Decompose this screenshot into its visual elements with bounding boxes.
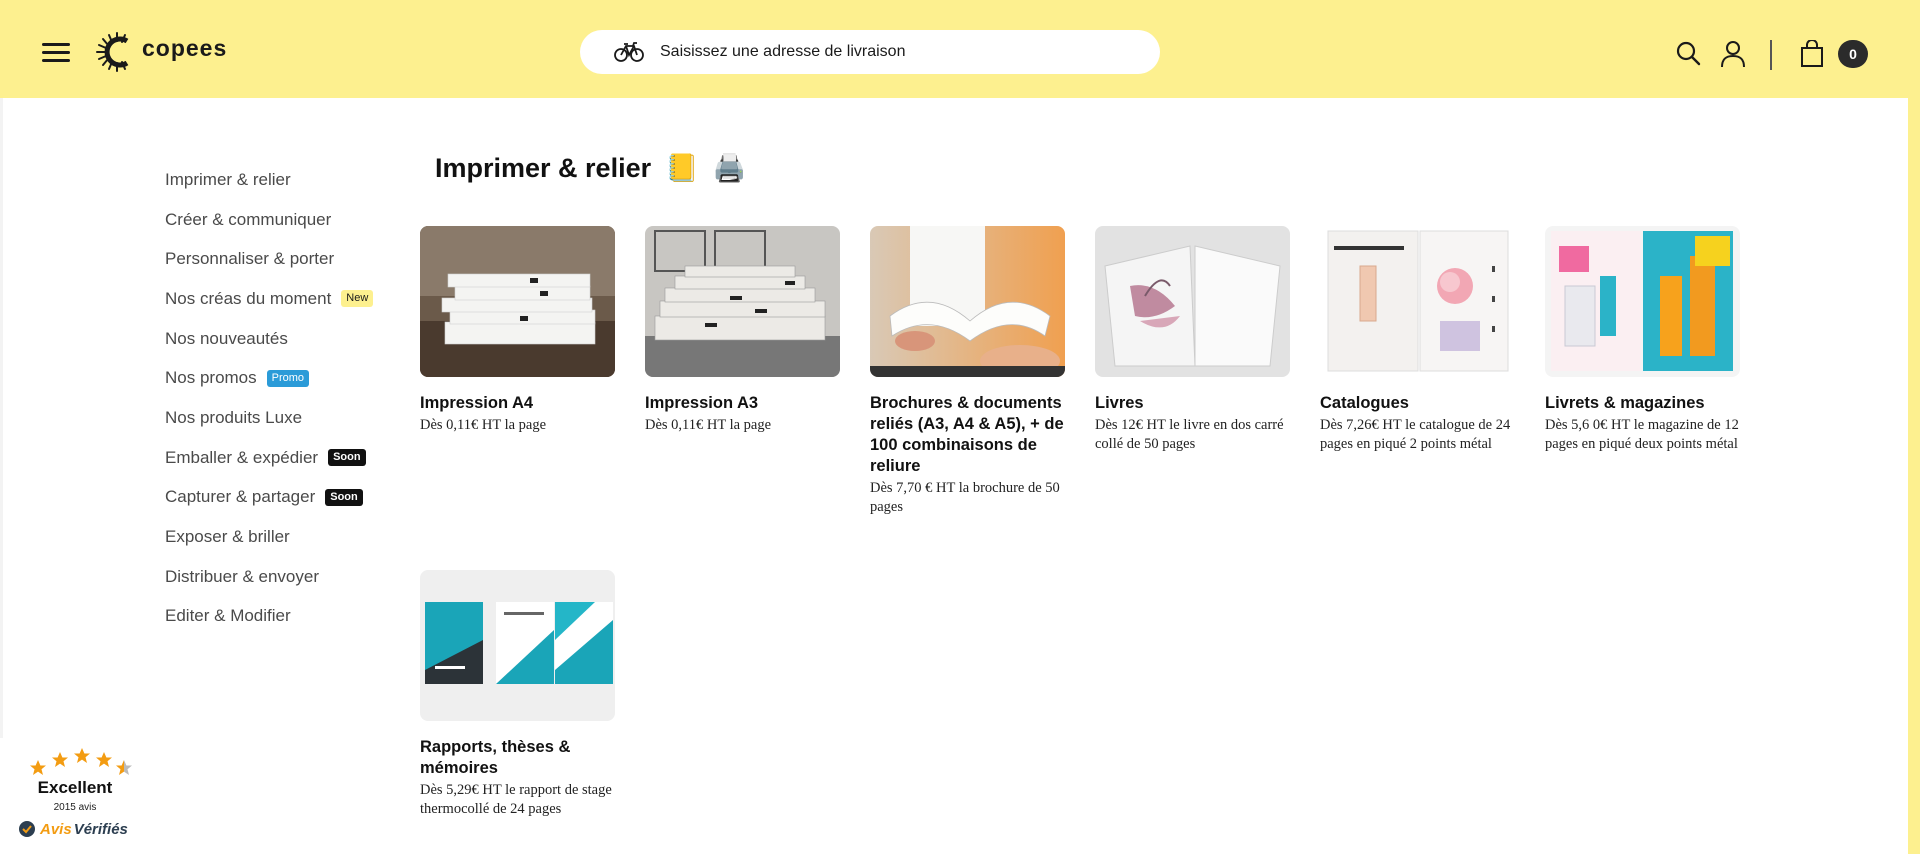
right-edge-strip <box>1908 98 1920 854</box>
product-title: Brochures & documents reliés (A3, A4 & A… <box>870 394 1064 475</box>
sidebar-item-label: Editer & Modifier <box>165 606 291 626</box>
product-title: Rapports, thèses & mémoires <box>420 738 571 777</box>
sidebar-item[interactable]: Editer & Modifier <box>165 597 405 637</box>
product-price: Dès 0,11€ HT la page <box>645 417 772 433</box>
open-magazine-image <box>1545 226 1740 377</box>
left-edge-strip <box>0 98 3 738</box>
sidebar-badge-soon: Soon <box>328 449 366 467</box>
printer-emoji-icon: 🖨️ <box>712 153 747 183</box>
shopping-bag-icon[interactable] <box>1800 40 1824 68</box>
sidebar-item[interactable]: Capturer & partager Soon <box>165 478 405 518</box>
open-book-image <box>1095 226 1290 377</box>
stack-of-a3-papers-image <box>645 226 840 377</box>
sidebar-badge-promo: Promo <box>266 369 310 387</box>
sidebar-item-label: Nos nouveautés <box>165 328 288 348</box>
logo-mark-icon <box>96 32 129 72</box>
product-title: Impression A4 <box>420 394 534 412</box>
product-title: Impression A3 <box>645 394 759 412</box>
sidebar-item-label: Personnaliser & porter <box>165 249 335 269</box>
sidebar-item[interactable]: Exposer & briller <box>165 517 405 557</box>
sidebar-item[interactable]: Distribuer & envoyer <box>165 557 405 597</box>
sidebar-item-label: Emballer & expédier <box>165 447 319 467</box>
product-card[interactable]: Impression A3 Dès 0,11€ HT la page <box>645 226 840 435</box>
address-placeholder: Saisissez une adresse de livraison <box>660 43 906 60</box>
notebook-emoji-icon: 📒 <box>665 153 699 183</box>
sidebar-item[interactable]: Personnaliser & porter <box>165 239 405 279</box>
product-title: Livres <box>1095 394 1144 412</box>
sidebar-item-label: Distribuer & envoyer <box>165 566 320 586</box>
avis-verifies-logo: Avis Vérifiés <box>18 818 138 840</box>
sidebar-item[interactable]: Nos nouveautés <box>165 319 405 359</box>
bicycle-icon <box>614 42 644 62</box>
menu-icon[interactable] <box>42 43 70 63</box>
product-price: Dès 7,70 € HT la brochure de 50 pages <box>870 480 1060 515</box>
sidebar-item-label: Créer & communiquer <box>165 209 332 229</box>
product-card[interactable]: Brochures & documents reliés (A3, A4 & A… <box>870 226 1065 517</box>
avis-verifies-badge-icon <box>19 821 35 837</box>
review-count: 2015 avis <box>53 802 97 813</box>
site-header: copees Saisissez une adresse de livraiso… <box>0 0 1920 98</box>
product-price: Dès 12€ HT le livre en dos carré collé d… <box>1095 417 1284 452</box>
sidebar-item-label: Capturer & partager <box>165 487 316 507</box>
product-card[interactable]: Rapports, thèses & mémoires Dès 5,29€ HT … <box>420 570 615 819</box>
page-title: Imprimer & relier 📒 🖨️ <box>435 152 746 184</box>
sidebar-badge-new: New <box>341 290 374 308</box>
open-catalogue-image <box>1320 226 1515 377</box>
product-price: Dès 0,11€ HT la page <box>420 417 547 433</box>
product-title: Livrets & magazines <box>1545 394 1705 412</box>
product-title: Catalogues <box>1320 394 1409 412</box>
cart-count-badge[interactable]: 0 <box>1838 40 1868 68</box>
logo-text: copees <box>142 34 228 61</box>
product-card[interactable]: Livres Dès 12€ HT le livre en dos carré c… <box>1095 226 1290 454</box>
sidebar-item[interactable]: Nos créas du moment New <box>165 279 405 319</box>
product-price: Dès 5,29€ HT le rapport de stage thermoc… <box>420 782 612 817</box>
product-card[interactable]: Catalogues Dès 7,26€ HT le catalogue de 2… <box>1320 226 1515 454</box>
rating-stars-icon <box>30 748 132 775</box>
sidebar-item-label: Nos créas du moment <box>165 288 332 308</box>
search-icon[interactable] <box>1675 40 1701 66</box>
logo[interactable]: copees <box>94 28 234 76</box>
category-sidebar: Imprimer & relier Créer & communiquer Pers… <box>165 160 405 636</box>
product-price: Dès 7,26€ HT le catalogue de 24 pages en… <box>1320 417 1511 452</box>
sidebar-item-label: Imprimer & relier <box>165 169 291 189</box>
product-card[interactable]: Livrets & magazines Dès 5,6 0€ HT le maga… <box>1545 226 1740 454</box>
stack-of-a4-papers-image <box>420 226 615 377</box>
reviews-widget[interactable]: Excellent 2015 avis Avis Vérifiés <box>12 744 138 844</box>
header-divider <box>1770 40 1772 70</box>
product-card[interactable]: Impression A4 Dès 0,11€ HT la page <box>420 226 615 435</box>
sidebar-item[interactable]: Emballer & expédier Soon <box>165 438 405 478</box>
page-title-text: Imprimer & relier <box>435 152 652 183</box>
sidebar-badge-soon: Soon <box>325 488 363 506</box>
brand-part1: Avis <box>40 820 72 838</box>
business-report-image <box>420 570 615 721</box>
brand-part2: Vérifiés <box>73 820 128 838</box>
sidebar-item-label: Nos promos <box>165 368 257 388</box>
hands-holding-brochure-image <box>870 226 1065 377</box>
delivery-address-input[interactable]: Saisissez une adresse de livraison <box>580 30 1160 74</box>
sidebar-item[interactable]: Nos produits Luxe <box>165 398 405 438</box>
sidebar-item[interactable]: Imprimer & relier <box>165 160 405 200</box>
rating-label: Excellent <box>37 778 113 797</box>
sidebar-item-label: Nos produits Luxe <box>165 407 303 427</box>
sidebar-item[interactable]: Créer & communiquer <box>165 200 405 240</box>
sidebar-item[interactable]: Nos promos Promo <box>165 358 405 398</box>
sidebar-item-label: Exposer & briller <box>165 527 290 547</box>
product-price: Dès 5,6 0€ HT le magazine de 12 pages en… <box>1545 417 1739 452</box>
user-account-icon[interactable] <box>1720 40 1746 68</box>
